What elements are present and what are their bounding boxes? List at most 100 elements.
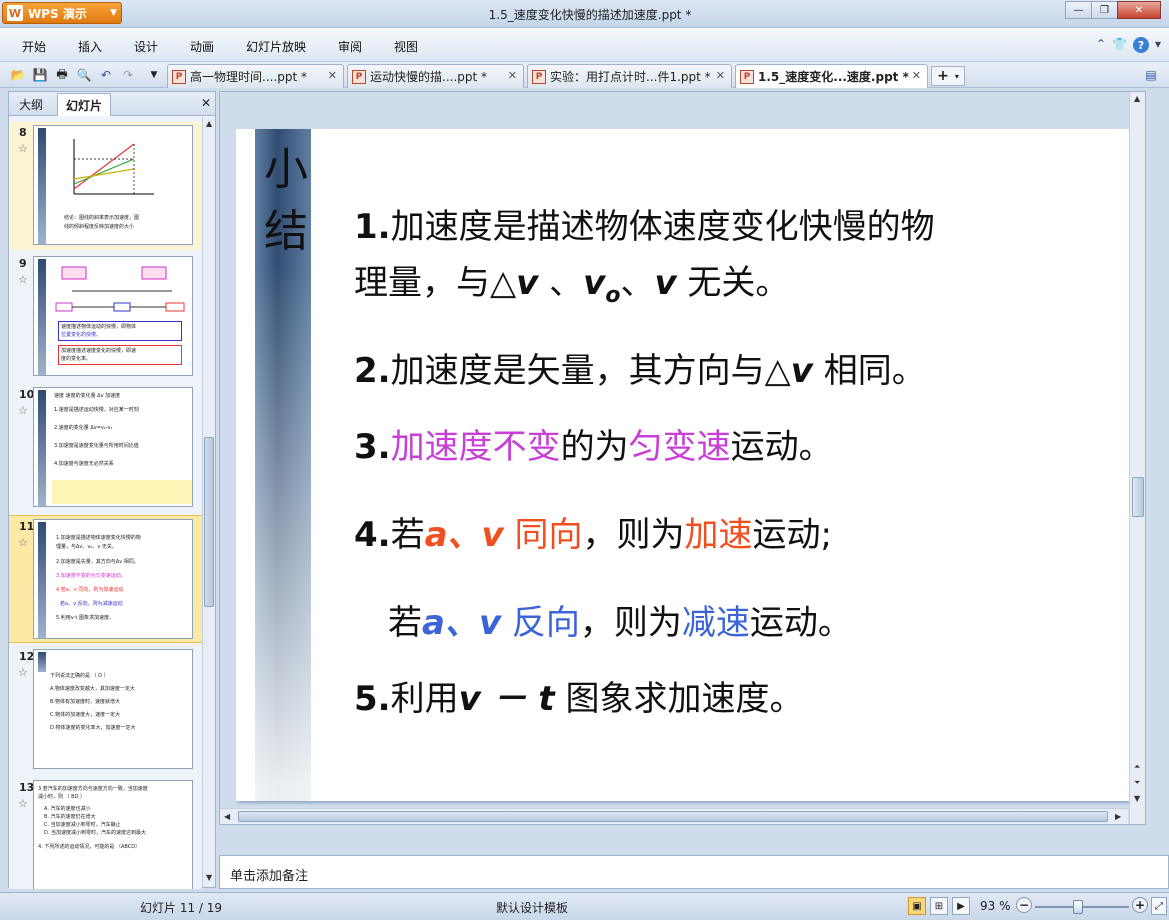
help-dropdown-icon[interactable]: ▾ xyxy=(1155,37,1161,53)
scroll-right-icon[interactable]: ▶ xyxy=(1115,812,1121,821)
tab-slides[interactable]: 幻灯片 xyxy=(57,93,112,116)
animation-star-icon: ☆ xyxy=(18,273,28,286)
menu-right-tools: ⌃ 👕 ? ▾ xyxy=(1096,37,1161,53)
menu-design[interactable]: 设计 xyxy=(134,38,158,55)
slide-side-title[interactable]: 小结 xyxy=(264,139,314,263)
slide-text: 4. 下列所述的运动情况，可能的是 （ABCD） xyxy=(38,844,141,850)
slide-text: 减小时，则 （ BD ） xyxy=(38,794,86,800)
tab-close-icon[interactable]: ✕ xyxy=(508,69,517,82)
prev-slide-icon[interactable]: ⏶ xyxy=(1134,762,1140,772)
scroll-up-icon[interactable]: ▲ xyxy=(1134,94,1140,103)
zoom-slider-handle[interactable] xyxy=(1073,900,1083,914)
panel-close-icon[interactable]: ✕ xyxy=(201,96,211,110)
tab-close-icon[interactable]: ✕ xyxy=(328,69,337,82)
highlight-text: 反向 xyxy=(501,603,580,643)
restore-icon[interactable]: ❐ xyxy=(1091,1,1118,19)
slide-thumb-12[interactable]: 12 ☆ 下列说法正确的是 （ D ） A.物体速度改变越大，其加速度一定大 B… xyxy=(9,646,202,774)
redo-icon[interactable]: ↷ xyxy=(120,67,136,83)
summary-item-1-cont[interactable]: 理量，与△v 、vo、v 无关。 xyxy=(354,255,789,308)
summary-item-3[interactable]: 3.加速度不变的为匀变速运动。 xyxy=(354,419,833,468)
notes-pane[interactable]: 单击添加备注 xyxy=(219,855,1169,889)
summary-item-4[interactable]: 4.若a、v 同向，则为加速运动; xyxy=(354,507,832,556)
customize-toolbar-icon[interactable]: ▼ xyxy=(146,67,162,83)
menu-slideshow[interactable]: 幻灯片放映 xyxy=(246,38,306,55)
summary-item-5[interactable]: 5.利用v － t 图象求加速度。 xyxy=(354,671,803,720)
slide-thumb-8[interactable]: 8 ☆ 结论：图线的斜率表示加速度，图 线的倾斜程度反映加速度的大小 xyxy=(9,122,202,250)
zoom-out-icon[interactable]: − xyxy=(1016,897,1032,913)
item-text: 、 xyxy=(538,263,584,303)
slide-text: A. 汽车的速度也减小 xyxy=(44,806,91,812)
summary-item-1[interactable]: 1.加速度是描述物体速度变化快慢的物 xyxy=(354,199,935,248)
status-bar: 幻灯片 11 / 19 默认设计模板 ▣ ⊞ ▶ 93 % − + ⤢ xyxy=(0,892,1169,920)
fit-window-icon[interactable]: ⤢ xyxy=(1151,897,1167,915)
item-number: 4. xyxy=(354,515,391,555)
slide-thumb-11-selected[interactable]: 11 ☆ 1.加速度是描述物体速度变化快慢的物 理量，与Δv、v₀、v 无关。 … xyxy=(9,515,202,643)
tab-list-icon[interactable]: ▤ xyxy=(1143,67,1159,83)
slide-thumb-13[interactable]: 13 ☆ 3.若汽车的加速度方向与速度方向一致，当加速度 减小时，则 （ BD … xyxy=(9,777,202,889)
minimize-icon[interactable]: — xyxy=(1065,1,1092,19)
close-icon[interactable]: ✕ xyxy=(1117,1,1161,19)
scroll-thumb[interactable] xyxy=(238,811,1108,822)
slideshow-view-icon[interactable]: ▶ xyxy=(952,897,970,915)
current-slide[interactable]: 小结 1.加速度是描述物体速度变化快慢的物 理量，与△v 、vo、v 无关。 2… xyxy=(236,129,1131,801)
help-icon[interactable]: ? xyxy=(1132,37,1149,53)
summary-item-2[interactable]: 2.加速度是矢量，其方向与△v 相同。 xyxy=(354,343,926,392)
scroll-thumb[interactable] xyxy=(1132,477,1144,517)
scroll-down-icon[interactable]: ▼ xyxy=(206,873,212,882)
scroll-up-icon[interactable]: ▲ xyxy=(206,119,212,128)
slide-text: 2.加速度是矢量，其方向与Δv 相同。 xyxy=(56,559,139,565)
menu-start[interactable]: 开始 xyxy=(22,38,46,55)
tab-doc-4-active[interactable]: P 1.5_速度变化...速度.ppt * ✕ xyxy=(735,64,928,88)
tab-outline[interactable]: 大纲 xyxy=(19,96,43,113)
next-slide-icon[interactable]: ⏷ xyxy=(1134,778,1140,788)
tab-doc-1[interactable]: P 高一物理时间....ppt * ✕ xyxy=(167,64,344,88)
slide-text: 3.若汽车的加速度方向与速度方向一致，当加速度 xyxy=(38,786,148,792)
slide-thumb-10[interactable]: 10 ☆ 速度 速度的变化量 Δv 加速度 1.速度是描述运动快慢，对应某一时刻… xyxy=(9,384,202,512)
tab-doc-3[interactable]: P 实验：用打点计时...件1.ppt * ✕ xyxy=(527,64,732,88)
save-icon[interactable]: 💾 xyxy=(32,67,48,83)
scroll-left-icon[interactable]: ◀ xyxy=(224,812,230,821)
undo-icon[interactable]: ↶ xyxy=(98,67,114,83)
print-icon[interactable]: 🖶 xyxy=(54,67,70,83)
collapse-ribbon-icon[interactable]: ⌃ xyxy=(1096,37,1106,53)
skin-icon[interactable]: 👕 xyxy=(1112,37,1127,53)
slide-text: 下列说法正确的是 （ D ） xyxy=(50,673,109,679)
panel-scrollbar[interactable]: ▲ ▼ xyxy=(202,117,215,887)
menu-insert[interactable]: 插入 xyxy=(78,38,102,55)
tab-label: 1.5_速度变化...速度.ppt * xyxy=(758,70,909,84)
slide-text: 理量，与Δv、v₀、v 无关。 xyxy=(56,544,117,550)
scroll-thumb[interactable] xyxy=(204,437,214,607)
window-title: 1.5_速度变化快慢的描述加速度.ppt * xyxy=(488,8,692,22)
slide-text: 5.利用v-t 图象求加速度。 xyxy=(56,615,114,621)
highlight-box xyxy=(52,480,192,504)
slide-text: 若a、v 反向，则为减速运动 xyxy=(60,601,123,607)
slide-preview: 下列说法正确的是 （ D ） A.物体速度改变越大，其加速度一定大 B.物体有加… xyxy=(33,649,193,769)
horizontal-scrollbar[interactable]: ◀ ▶ xyxy=(220,808,1128,824)
new-tab-button[interactable]: + ▾ xyxy=(931,66,965,86)
menu-view[interactable]: 视图 xyxy=(394,38,418,55)
menu-review[interactable]: 审阅 xyxy=(338,38,362,55)
view-switcher: ▣ ⊞ ▶ xyxy=(908,897,970,915)
animation-star-icon: ☆ xyxy=(18,142,28,155)
vertical-scrollbar[interactable]: ▲ ⏶ ⏷ ▼ xyxy=(1129,92,1145,824)
slide-thumb-9[interactable]: 9 ☆ 速度描述物体运动的快慢，即物体 位置变化的快慢。 加速度描述速度变化的快… xyxy=(9,253,202,381)
symbol-v: v xyxy=(790,351,813,391)
tab-label: 运动快慢的描....ppt * xyxy=(370,70,488,84)
slide-number: 8 xyxy=(19,126,27,139)
normal-view-icon[interactable]: ▣ xyxy=(908,897,926,915)
item-text: ，则为 xyxy=(579,603,682,643)
item-number: 5. xyxy=(354,679,391,719)
slide-sorter-view-icon[interactable]: ⊞ xyxy=(930,897,948,915)
tab-close-icon[interactable]: ✕ xyxy=(912,69,921,82)
summary-item-4-cont[interactable]: 若a、v 反向，则为减速运动。 xyxy=(388,595,852,644)
menu-animation[interactable]: 动画 xyxy=(190,38,214,55)
zoom-in-icon[interactable]: + xyxy=(1132,897,1148,913)
open-icon[interactable]: 📂 xyxy=(10,67,26,83)
tab-doc-2[interactable]: P 运动快慢的描....ppt * ✕ xyxy=(347,64,524,88)
wps-app-menu-button[interactable]: W WPS 演示 ▼ xyxy=(2,2,122,24)
tab-close-icon[interactable]: ✕ xyxy=(716,69,725,82)
ppt-file-icon: P xyxy=(532,69,546,84)
item-text: 加速度是矢量，其方向与△ xyxy=(390,351,791,391)
print-preview-icon[interactable]: 🔍 xyxy=(76,67,92,83)
scroll-down-icon[interactable]: ▼ xyxy=(1134,794,1140,803)
